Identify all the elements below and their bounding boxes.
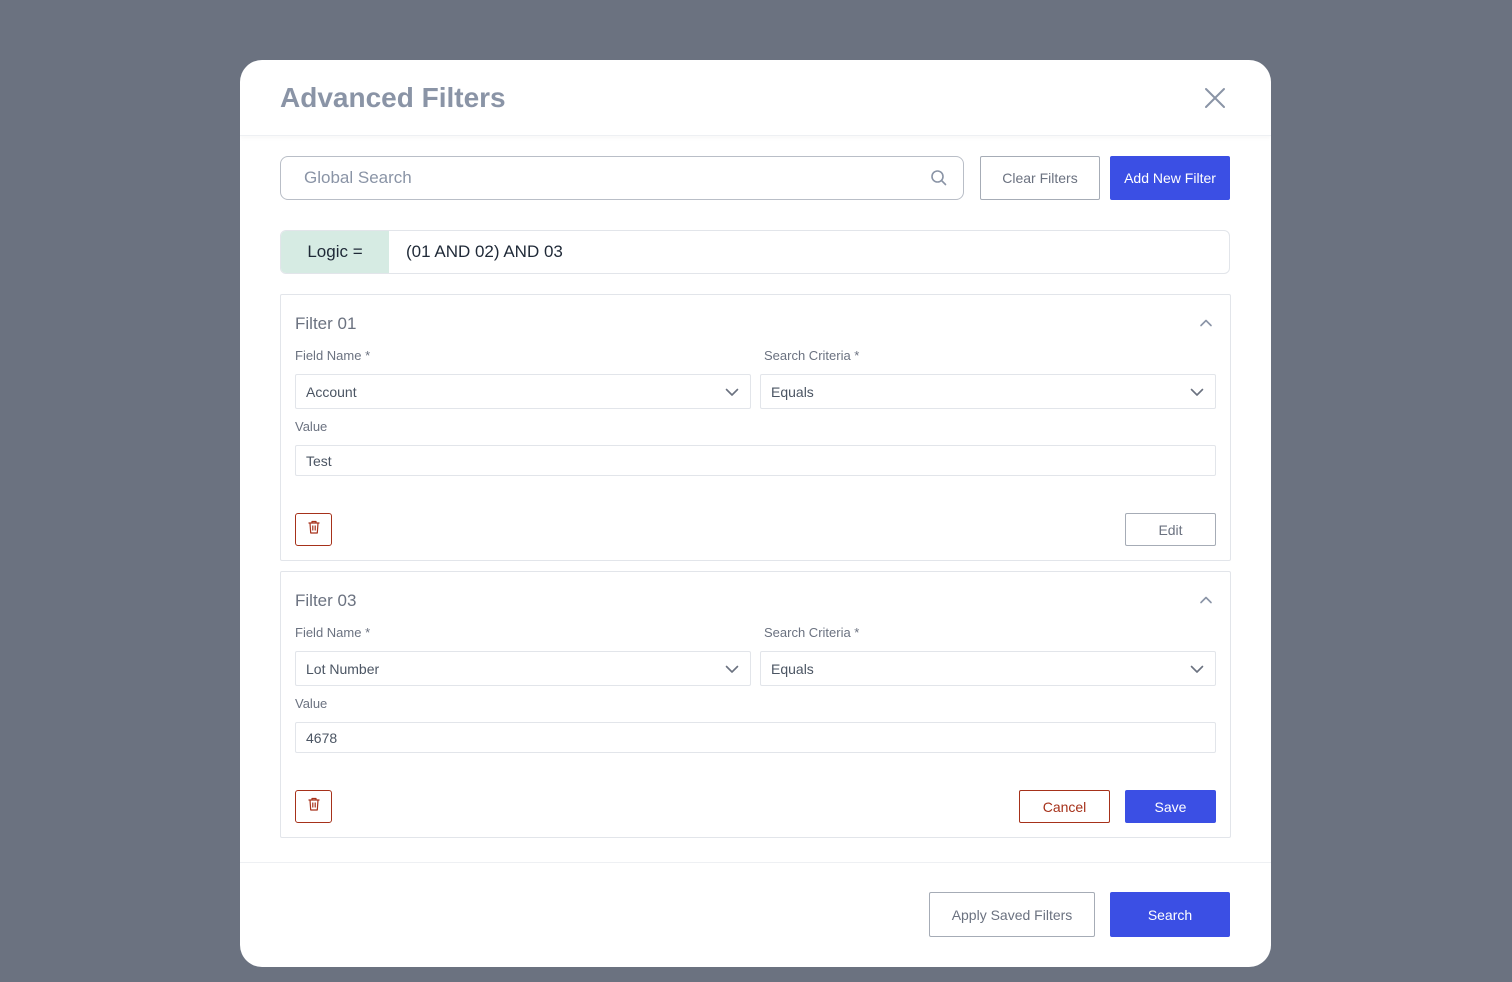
search-criteria-value: Equals: [771, 660, 814, 677]
field-name-value: Account: [306, 383, 357, 400]
field-name-label: Field Name *: [295, 625, 371, 640]
chevron-down-icon: [724, 661, 740, 677]
search-button[interactable]: Search: [1110, 892, 1230, 937]
global-search-field[interactable]: [280, 156, 964, 200]
chevron-up-icon[interactable]: [1198, 592, 1214, 608]
global-search-input[interactable]: [304, 168, 929, 188]
value-input[interactable]: Test: [295, 445, 1216, 476]
modal-header: Advanced Filters: [240, 60, 1271, 136]
value-label: Value: [295, 696, 328, 711]
apply-saved-filters-button[interactable]: Apply Saved Filters: [929, 892, 1095, 937]
search-criteria-select[interactable]: Equals: [760, 651, 1216, 686]
advanced-filters-modal: Advanced Filters Clear Filters Add New F…: [240, 60, 1271, 967]
delete-filter-button[interactable]: [295, 513, 332, 546]
search-criteria-label: Search Criteria *: [764, 348, 860, 363]
save-button[interactable]: Save: [1125, 790, 1216, 823]
cancel-button[interactable]: Cancel: [1019, 790, 1110, 823]
value-label: Value: [295, 419, 328, 434]
logic-expression[interactable]: (01 AND 02) AND 03: [389, 231, 1229, 273]
search-criteria-value: Equals: [771, 383, 814, 400]
edit-button[interactable]: Edit: [1125, 513, 1216, 546]
delete-filter-button[interactable]: [295, 790, 332, 823]
search-criteria-label: Search Criteria *: [764, 625, 860, 640]
filter-title: Filter 01: [295, 314, 357, 333]
search-criteria-select[interactable]: Equals: [760, 374, 1216, 409]
chevron-down-icon: [724, 384, 740, 400]
field-name-label: Field Name *: [295, 348, 371, 363]
field-name-select[interactable]: Lot Number: [295, 651, 751, 686]
trash-icon: [306, 796, 322, 817]
logic-label: Logic =: [281, 231, 389, 273]
add-new-filter-button[interactable]: Add New Filter: [1110, 156, 1230, 200]
value-input[interactable]: 4678: [295, 722, 1216, 753]
filter-title: Filter 03: [295, 591, 357, 610]
logic-row: Logic = (01 AND 02) AND 03: [280, 230, 1230, 274]
close-icon[interactable]: [1203, 86, 1227, 110]
field-name-select[interactable]: Account: [295, 374, 751, 409]
clear-filters-button[interactable]: Clear Filters: [980, 156, 1100, 200]
footer-divider: [240, 862, 1271, 863]
search-icon[interactable]: [929, 168, 949, 188]
filter-card: Filter 01 Field Name * Account Search Cr…: [280, 294, 1231, 561]
trash-icon: [306, 519, 322, 540]
field-name-value: Lot Number: [306, 660, 380, 677]
filter-card: Filter 03 Field Name * Lot Number Search…: [280, 571, 1231, 838]
chevron-down-icon: [1189, 661, 1205, 677]
chevron-down-icon: [1189, 384, 1205, 400]
modal-title: Advanced Filters: [280, 82, 506, 113]
chevron-up-icon[interactable]: [1198, 315, 1214, 331]
